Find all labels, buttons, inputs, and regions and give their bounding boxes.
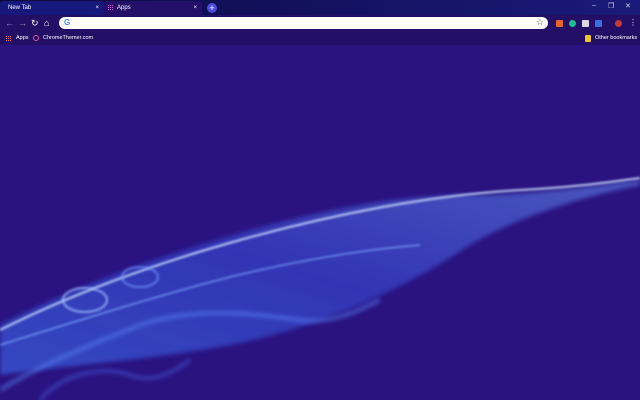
tab-label: New Tab xyxy=(8,5,32,11)
bookmark-chromethemer[interactable]: ChromeThemer.com xyxy=(43,32,93,45)
tab-apps[interactable]: Apps × xyxy=(104,1,202,15)
restore-button[interactable]: ❐ xyxy=(608,2,614,10)
tab-strip: New Tab × Apps × + – ❐ ✕ xyxy=(0,0,640,15)
back-button[interactable]: ← xyxy=(5,18,14,28)
new-tab-button[interactable]: + xyxy=(207,3,217,13)
address-bar[interactable]: G ☆ xyxy=(59,17,548,29)
extension-blue-icon[interactable] xyxy=(595,20,602,27)
tab-close-icon[interactable]: × xyxy=(193,1,197,15)
home-button[interactable]: ⌂ xyxy=(44,18,49,28)
extension-pocket-icon[interactable] xyxy=(582,20,589,27)
profile-avatar-icon[interactable] xyxy=(615,20,622,27)
bookmark-star-icon[interactable]: ☆ xyxy=(536,17,544,28)
close-window-button[interactable]: ✕ xyxy=(625,2,631,10)
google-icon: G xyxy=(64,18,71,27)
toolbar: ← → ↻ ⌂ G ☆ ⋮ xyxy=(0,15,640,32)
extension-orange-icon[interactable] xyxy=(556,20,563,27)
folder-icon xyxy=(585,35,591,42)
bookmarks-bar: Apps ChromeThemer.com Other bookmarks xyxy=(0,32,640,45)
menu-icon[interactable]: ⋮ xyxy=(629,18,637,28)
chromethemer-icon xyxy=(33,35,39,41)
apps-grid-icon xyxy=(108,5,114,11)
theme-background xyxy=(0,45,640,400)
tab-new-tab[interactable]: New Tab × xyxy=(0,1,104,15)
tab-label: Apps xyxy=(117,5,131,11)
extension-green-icon[interactable] xyxy=(569,20,576,27)
reload-button[interactable]: ↻ xyxy=(31,18,39,28)
tab-close-icon[interactable]: × xyxy=(95,1,99,15)
bookmark-apps[interactable]: Apps xyxy=(16,32,29,45)
minimize-button[interactable]: – xyxy=(592,2,596,9)
bookmark-other[interactable]: Other bookmarks xyxy=(595,32,637,45)
apps-grid-icon xyxy=(6,36,12,42)
forward-button[interactable]: → xyxy=(18,18,27,28)
